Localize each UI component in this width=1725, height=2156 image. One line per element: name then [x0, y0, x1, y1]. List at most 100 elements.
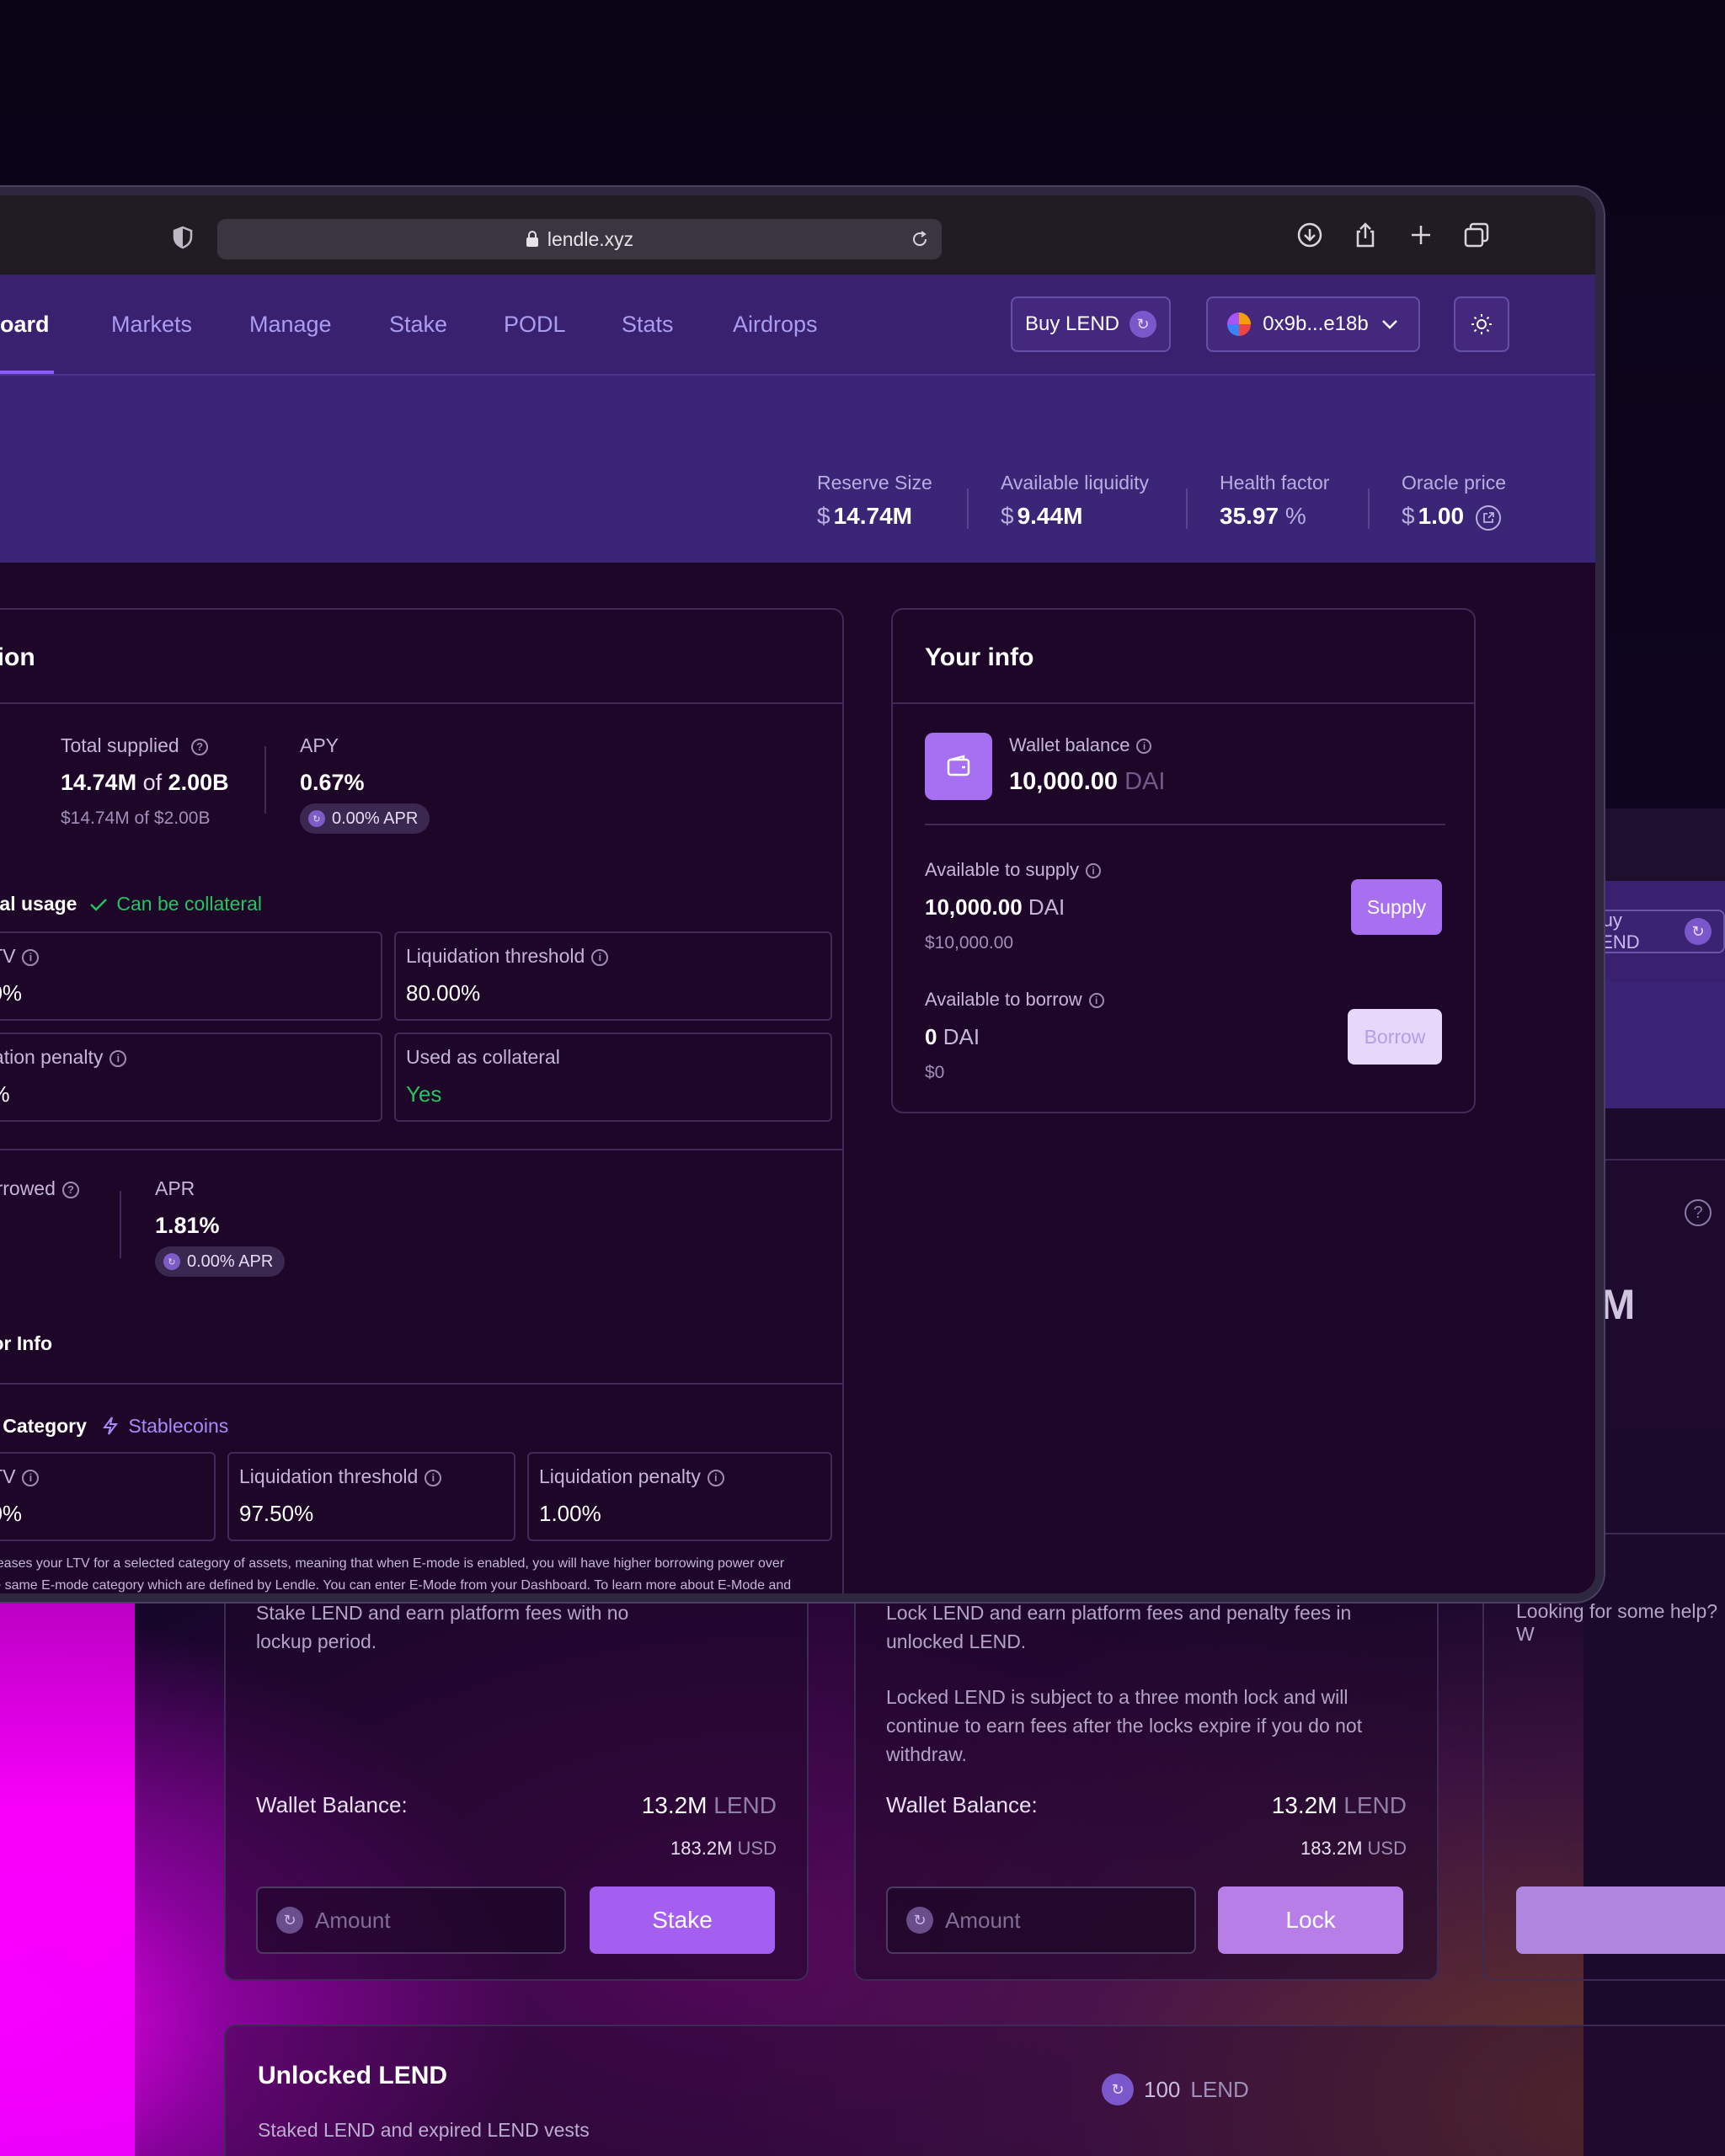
download-icon[interactable]: [1295, 221, 1324, 249]
nav-podl[interactable]: PODL: [504, 312, 566, 338]
emode-note-line2: f the same E-mode category which are def…: [0, 1578, 792, 1593]
available-borrow-usd: $0: [925, 1063, 945, 1082]
info-icon[interactable]: i: [425, 1469, 442, 1486]
info-icon[interactable]: i: [22, 948, 40, 966]
total-supplied-amount: 14.74M: [61, 770, 137, 795]
url-text: lendle.xyz: [547, 227, 634, 250]
lock-wallet-balance-label: Wallet Balance:: [886, 1792, 1038, 1817]
bg-right-topbar: [1583, 808, 1725, 881]
nav-stats[interactable]: Stats: [622, 312, 674, 338]
info-icon[interactable]: i: [22, 1469, 40, 1486]
stat-divider: [1368, 488, 1370, 529]
emode-liq-threshold-label: Liquidation threshold i: [239, 1465, 442, 1488]
card-divider: [0, 1149, 842, 1150]
nav-manage[interactable]: Manage: [249, 312, 332, 338]
total-supplied-usd: $14.74M of $2.00B: [61, 808, 211, 828]
browser-window: lendle.xyz oard Markets Manage Stake POD…: [0, 187, 1604, 1602]
info-icon[interactable]: i: [109, 1049, 127, 1067]
wallet-balance-value: 10,000.00 DAI: [1009, 768, 1165, 796]
stat-currency: $: [1402, 503, 1415, 529]
emode-ltv-value: 00%: [0, 1501, 23, 1526]
info-icon[interactable]: i: [1088, 993, 1104, 1009]
help-icon[interactable]: ?: [191, 738, 209, 755]
emode-liq-threshold-label-text: Liquidation threshold: [239, 1465, 419, 1487]
emode-category-value: Stablecoins: [101, 1415, 228, 1438]
buy-lend-button[interactable]: Buy LEND ↻: [1011, 296, 1171, 352]
borrow-apr-badge: ↻ 0.00% APR: [155, 1246, 286, 1277]
help-text: Looking for some help? W: [1516, 1600, 1718, 1645]
lend-coin-icon: ↻: [308, 810, 325, 827]
share-icon[interactable]: [1351, 221, 1380, 249]
sun-icon: [1471, 314, 1492, 334]
supply-button[interactable]: Supply: [1351, 879, 1442, 935]
wallet-button[interactable]: 0x9b...e18b: [1206, 296, 1420, 352]
lock-card-description-2: Locked LEND is subject to a three month …: [886, 1686, 1363, 1765]
lock-wallet-usd-unit: USD: [1367, 1838, 1407, 1859]
lock-icon: [526, 231, 538, 247]
available-supply-amount: 10,000.00: [925, 894, 1023, 920]
liq-penalty-label: idation penalty i: [0, 1046, 127, 1069]
max-ltv-value: 00%: [0, 980, 23, 1006]
wallet-icon-tile: [925, 733, 992, 800]
nav-stake[interactable]: Stake: [389, 312, 447, 338]
lock-amount-input[interactable]: [945, 1907, 1181, 1934]
main-content: ation 4% Total supplied ? 14.74M of 2.00…: [0, 563, 1595, 1593]
wallet-balance-label: Wallet balance i: [1009, 734, 1152, 756]
stake-amount-input[interactable]: [315, 1907, 551, 1934]
buy-lend-label: Buy LEND: [1024, 312, 1120, 335]
available-borrow-label: Available to borrow i: [925, 989, 1104, 1011]
lend-coin-icon: ↻: [906, 1907, 933, 1934]
total-supplied-label: Total supplied ?: [61, 734, 209, 757]
stat-reserve-size: Reserve Size $14.74M: [817, 472, 932, 530]
unlocked-lend-card: Unlocked LEND Staked LEND and expired LE…: [224, 2025, 1725, 2156]
lock-amount-input-wrapper: ↻: [886, 1886, 1196, 1954]
chevron-down-icon: [1381, 320, 1397, 329]
theme-toggle-button[interactable]: [1454, 296, 1509, 352]
borrow-apr-badge-text: 0.00% APR: [187, 1251, 274, 1271]
info-icon[interactable]: i: [1086, 863, 1102, 879]
card-divider: [0, 1383, 842, 1385]
collateral-usage-label: teral usage: [0, 893, 77, 915]
info-icon[interactable]: i: [591, 948, 609, 966]
card-divider: [925, 824, 1445, 825]
nav-airdrops[interactable]: Airdrops: [733, 312, 818, 338]
reload-icon[interactable]: [910, 229, 930, 249]
available-borrow-amount: 0: [925, 1024, 937, 1049]
stat-number: 35.97: [1220, 503, 1279, 529]
available-supply-unit: DAI: [1028, 894, 1065, 920]
unlocked-lend-title: Unlocked LEND: [258, 2062, 448, 2089]
stake-amount-input-wrapper: ↻: [256, 1886, 566, 1954]
lock-card-description: Lock LEND and earn platform fees and pen…: [886, 1602, 1352, 1652]
new-tab-icon[interactable]: [1407, 221, 1435, 249]
info-icon[interactable]: i: [1136, 739, 1152, 755]
help-card-button[interactable]: [1516, 1886, 1725, 1954]
help-icon[interactable]: ?: [61, 1181, 79, 1198]
stat-health-factor: Health factor 35.97 %: [1220, 472, 1329, 530]
stake-button[interactable]: Stake: [590, 1886, 775, 1954]
external-link-icon[interactable]: [1475, 504, 1501, 531]
emode-ltv-label: LTV i: [0, 1465, 40, 1488]
browser-toolbar: lendle.xyz: [0, 195, 1595, 275]
tab-overview-icon[interactable]: [1462, 221, 1491, 249]
address-bar[interactable]: lendle.xyz: [217, 219, 942, 259]
nav-dashboard[interactable]: oard: [0, 312, 50, 338]
help-icon[interactable]: ?: [1685, 1199, 1712, 1226]
available-borrow-label-text: Available to borrow: [925, 989, 1082, 1010]
lend-coin-icon: ↻: [276, 1907, 303, 1934]
max-ltv-label: LTV i: [0, 945, 40, 968]
privacy-shield-icon[interactable]: [172, 226, 194, 249]
lock-button[interactable]: Lock: [1218, 1886, 1403, 1954]
borrow-button[interactable]: Borrow: [1348, 1009, 1442, 1065]
available-supply-value: 10,000.00 DAI: [925, 894, 1065, 921]
stake-wallet-balance-unit: LEND: [713, 1792, 777, 1818]
used-as-collateral-box: Used as collateral Yes: [394, 1033, 832, 1122]
lend-coin-icon: ↻: [1130, 311, 1157, 338]
reserve-card-title: ation: [0, 643, 35, 671]
info-icon[interactable]: i: [707, 1469, 724, 1486]
unlocked-lend-amount: ↻ 100 LEND: [1102, 2073, 1249, 2105]
nav-markets[interactable]: Markets: [111, 312, 192, 338]
stat-divider: [120, 1191, 121, 1258]
total-supplied-cap: 2.00B: [168, 770, 229, 795]
stat-unit: %: [1284, 503, 1306, 529]
unlocked-lend-subtitle: Staked LEND and expired LEND vests: [258, 2119, 590, 2141]
